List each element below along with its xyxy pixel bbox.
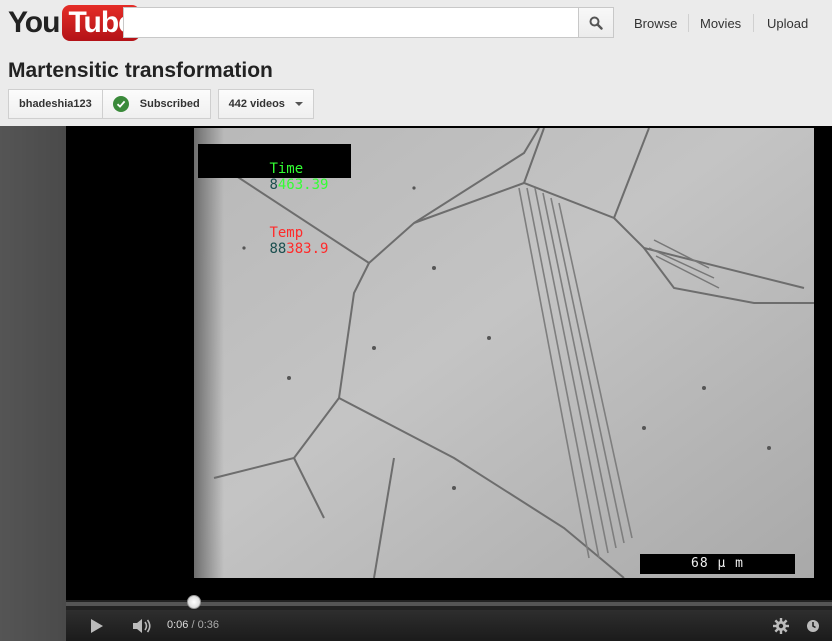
overlay-time-label: Time <box>269 161 304 177</box>
gear-icon <box>773 617 789 634</box>
channel-bar: bhadeshia123 Subscribed 442 videos <box>8 89 314 119</box>
overlay-temp-label: Temp <box>269 225 304 241</box>
time-display: 0:06 / 0:36 <box>167 619 219 631</box>
scale-bar-label: 68 μ m <box>640 554 795 574</box>
play-icon <box>91 618 103 633</box>
duration: 0:36 <box>197 619 220 631</box>
check-icon <box>112 96 129 112</box>
video-player: Time 8463.39 Temp 88383.9 68 μ m 0:06 / … <box>0 126 832 641</box>
timestamp-overlay: Time 8463.39 Temp 88383.9 <box>198 144 351 257</box>
chevron-down-icon <box>294 102 303 106</box>
player-side-panel <box>0 126 66 641</box>
time-separator: / <box>188 619 198 631</box>
search-button[interactable] <box>578 7 614 38</box>
nav-browse[interactable]: Browse <box>634 16 677 31</box>
nav-movies[interactable]: Movies <box>700 16 741 31</box>
videos-count: 442 videos <box>228 98 285 110</box>
search-icon <box>589 16 603 30</box>
play-button[interactable] <box>82 610 112 641</box>
settings-button[interactable] <box>766 610 796 641</box>
volume-icon <box>133 618 151 633</box>
channel-name: bhadeshia123 <box>19 98 92 110</box>
current-time: 0:06 <box>167 619 189 631</box>
watch-later-button[interactable] <box>800 610 826 641</box>
nav-divider <box>688 14 689 32</box>
player-controls: 0:06 / 0:36 <box>66 610 832 641</box>
clock-icon <box>807 619 819 632</box>
overlay-temp-value: 383.9 <box>286 241 329 257</box>
nav-divider <box>753 14 754 32</box>
progress-bar[interactable] <box>66 595 832 610</box>
nav-upload[interactable]: Upload <box>767 16 808 31</box>
video-title: Martensitic transformation <box>8 59 273 82</box>
videos-dropdown[interactable]: 442 videos <box>217 89 314 119</box>
progress-track <box>66 602 832 606</box>
logo-you-text: You <box>8 6 60 39</box>
subscribe-label: Subscribed <box>139 98 200 110</box>
subscribe-button[interactable]: Subscribed <box>102 89 211 119</box>
video-display[interactable]: Time 8463.39 Temp 88383.9 68 μ m <box>66 126 832 600</box>
overlay-time-value: 463.39 <box>277 177 329 193</box>
volume-button[interactable] <box>128 610 156 641</box>
masthead: You Tube Browse Movies Upload <box>0 0 832 48</box>
youtube-logo[interactable]: You Tube <box>8 4 140 42</box>
channel-name-button[interactable]: bhadeshia123 <box>8 89 103 119</box>
search-input[interactable] <box>123 7 580 38</box>
scrubber-handle[interactable] <box>187 595 201 609</box>
